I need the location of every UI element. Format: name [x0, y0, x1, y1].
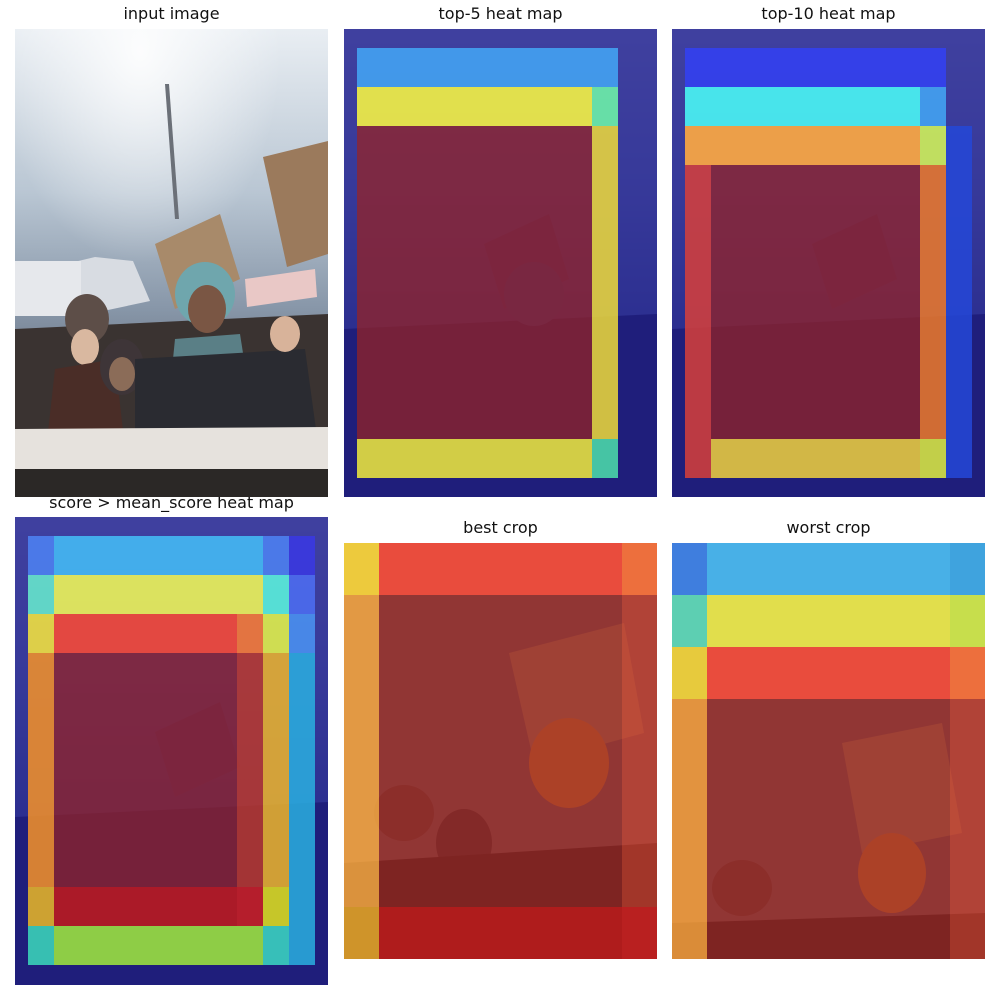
heatmap-overlay — [344, 29, 657, 497]
heatmap-overlay — [344, 543, 657, 959]
heatmap-overlay — [672, 543, 985, 959]
protest-photo — [15, 29, 328, 497]
top5-heatmap-panel — [344, 29, 657, 497]
panel-title-input: input image — [123, 4, 220, 23]
heatmap-overlay — [672, 29, 985, 497]
mean-heatmap-panel — [15, 517, 328, 985]
panel-title-worst: worst crop — [786, 518, 871, 537]
input-image-panel — [15, 29, 328, 497]
panel-title-top5: top-5 heat map — [438, 4, 563, 23]
heatmap-overlay — [15, 517, 328, 985]
top10-heatmap-panel — [672, 29, 985, 497]
panel-title-top10: top-10 heat map — [761, 4, 896, 23]
panel-title-best: best crop — [463, 518, 538, 537]
best-crop-panel — [344, 543, 657, 959]
worst-crop-panel — [672, 543, 985, 959]
